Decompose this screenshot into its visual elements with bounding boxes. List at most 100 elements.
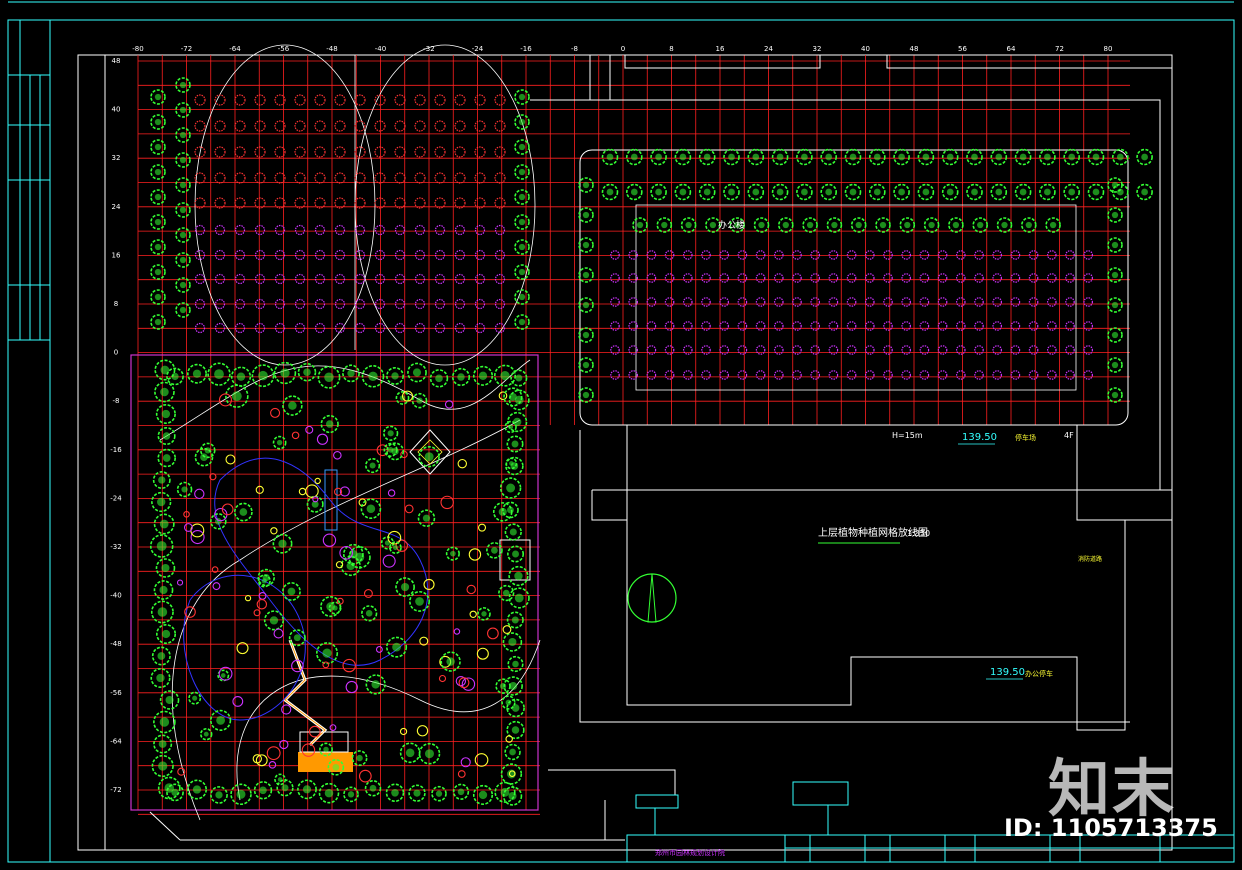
- tree-icon: [941, 148, 959, 166]
- shrub-icon: [454, 172, 466, 184]
- shrub-icon: [646, 321, 657, 331]
- lower-label: 办公停车: [1025, 669, 1053, 678]
- plant-icon: [453, 628, 461, 635]
- tree-icon: [175, 152, 191, 168]
- shrub-icon: [374, 94, 386, 106]
- north-arrow-icon: [627, 573, 677, 623]
- plant-icon: [345, 680, 358, 694]
- shrub-icon: [234, 224, 246, 236]
- plant-icon: [270, 527, 278, 535]
- tree-icon: [175, 202, 191, 218]
- shrub-icon: [294, 94, 306, 106]
- plant-icon: [270, 407, 281, 418]
- tree-symbols: [150, 77, 1153, 403]
- tree-icon: [150, 164, 166, 180]
- plant-icon: [177, 767, 186, 776]
- tree-icon: [1063, 148, 1080, 166]
- shrub-icon: [474, 172, 486, 184]
- garden-plant-symbols: [149, 359, 530, 806]
- shrub-icon: [919, 273, 930, 283]
- tree-icon: [802, 217, 818, 233]
- shrub-icon: [810, 321, 820, 331]
- shrub-icon: [937, 370, 948, 380]
- shrub-icon: [955, 370, 966, 380]
- shrub-icon: [719, 321, 729, 331]
- shrub-icon: [294, 146, 306, 158]
- drawing-scale: 1:350: [907, 529, 930, 538]
- tree-icon: [698, 148, 716, 166]
- shrub-icon: [394, 224, 406, 236]
- shrub-icon: [1047, 297, 1057, 307]
- plant-icon: [244, 595, 252, 602]
- tree-icon: [514, 164, 530, 180]
- axis-x-tick: -8: [571, 45, 578, 53]
- tree-icon: [429, 369, 449, 388]
- tree-icon: [504, 523, 522, 541]
- shrub-icon: [610, 370, 620, 380]
- tree-icon: [868, 148, 886, 166]
- shrub-icon: [864, 321, 875, 331]
- tree-icon: [941, 183, 959, 201]
- plant-icon: [273, 628, 284, 639]
- shrub-icon: [394, 146, 406, 158]
- shrub-icon: [374, 146, 386, 158]
- tree-icon: [472, 365, 494, 386]
- shrub-icon: [682, 273, 693, 283]
- tree-icon: [650, 148, 667, 166]
- tree-icon: [175, 127, 191, 143]
- watermark-id: ID: 1105713375: [1004, 814, 1218, 842]
- tree-icon: [176, 481, 193, 498]
- shrub-icon: [454, 273, 466, 285]
- shrub-icon: [454, 224, 466, 236]
- plant-icon: [335, 561, 344, 569]
- tree-icon: [407, 362, 427, 383]
- shrub-icon: [646, 273, 657, 283]
- axis-x-tick: 64: [1007, 45, 1016, 53]
- shrub-icon: [773, 273, 784, 283]
- shrub-icon: [828, 321, 839, 331]
- plant-icon: [438, 674, 447, 683]
- tree-icon: [207, 362, 231, 386]
- shrub-icon: [394, 120, 406, 132]
- tree-icon: [408, 784, 426, 802]
- tree-icon: [578, 357, 594, 373]
- height-note: H=15m: [892, 431, 923, 440]
- plant-icon: [468, 548, 482, 561]
- tree-icon: [194, 447, 214, 467]
- tree-icon: [899, 217, 916, 233]
- tree-icon: [150, 189, 166, 205]
- plant-icon: [333, 450, 342, 460]
- shrub-icon: [992, 273, 1002, 283]
- shrub-icon: [374, 273, 386, 285]
- shrub-icon: [737, 297, 748, 307]
- tree-icon: [698, 183, 716, 201]
- shrub-icon: [254, 146, 266, 158]
- tree-icon: [656, 217, 673, 233]
- tree-icon: [365, 457, 381, 474]
- shrub-icon: [755, 297, 766, 307]
- plant-icon: [375, 646, 383, 653]
- tree-icon: [948, 217, 964, 233]
- plant-icon: [291, 431, 300, 440]
- tree-icon: [1107, 237, 1123, 253]
- tree-icon: [893, 183, 910, 201]
- shrub-icon: [937, 321, 948, 331]
- shrub-icon: [773, 297, 784, 307]
- tree-icon: [495, 678, 511, 694]
- tree-icon: [1014, 183, 1032, 201]
- tree-icon: [411, 392, 428, 409]
- tree-icon: [1063, 183, 1080, 201]
- plant-icon: [218, 666, 233, 681]
- tree-icon: [990, 183, 1008, 201]
- axis-x-tick: -24: [472, 45, 484, 53]
- axis-x-tick: 8: [669, 45, 673, 53]
- axis-y-tick: -56: [110, 689, 122, 697]
- plant-icon: [457, 458, 467, 469]
- shrub-icon: [1083, 321, 1093, 331]
- shrub-icon: [254, 172, 266, 184]
- tree-icon: [796, 148, 813, 166]
- shrub-icon: [1065, 297, 1075, 307]
- shrub-icon: [1047, 321, 1057, 331]
- tree-icon: [1107, 297, 1123, 313]
- plant-icon: [404, 504, 414, 514]
